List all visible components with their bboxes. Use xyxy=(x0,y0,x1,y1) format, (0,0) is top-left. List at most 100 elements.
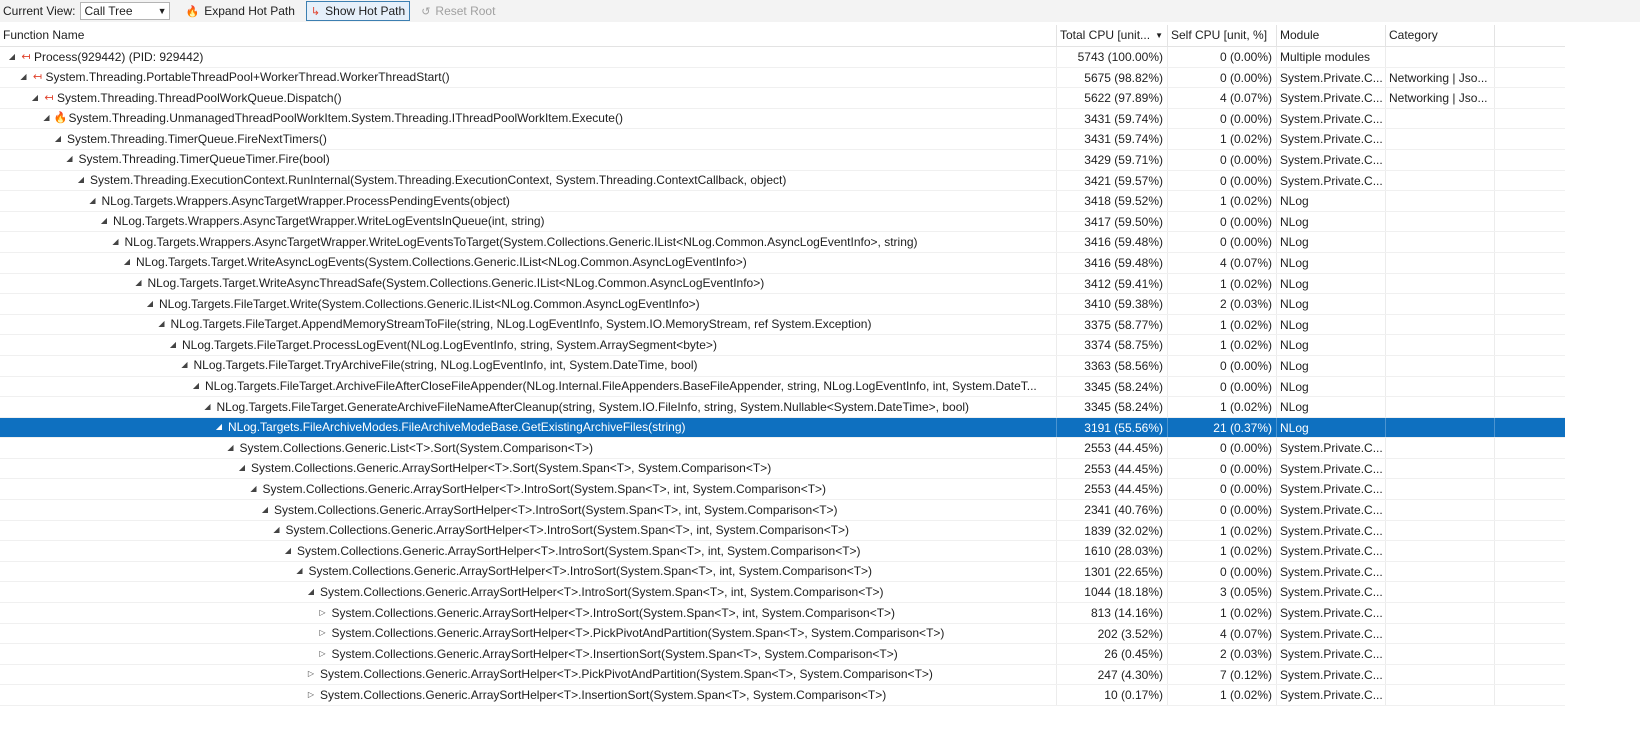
expand-toggle-icon[interactable]: ◢ xyxy=(18,68,30,88)
table-row[interactable]: ◢ System.Threading.ExecutionContext.RunIn… xyxy=(0,170,1565,192)
expand-toggle-icon[interactable]: ◢ xyxy=(64,150,76,170)
expand-toggle-icon[interactable]: ◢ xyxy=(202,397,214,417)
function-name: System.Threading.ThreadPoolWorkQueue.Dis… xyxy=(57,90,342,105)
table-row[interactable]: ▷ System.Collections.Generic.ArraySortHel… xyxy=(0,644,1565,665)
module-cell: System.Private.C... xyxy=(1277,170,1386,191)
expand-toggle-icon[interactable]: ◢ xyxy=(133,274,145,294)
table-row[interactable]: ◢ System.Collections.Generic.ArraySortHel… xyxy=(0,561,1565,583)
hot-path-icon: ↤ xyxy=(32,71,43,84)
table-row[interactable]: ◢ System.Collections.Generic.ArraySortHel… xyxy=(0,458,1565,480)
table-row[interactable]: ◢ NLog.Targets.FileTarget.ProcessLogEvent… xyxy=(0,335,1565,356)
table-row[interactable]: ◢ ↤ System.Threading.PortableThreadPool+Wo… xyxy=(0,67,1565,89)
expand-toggle-icon[interactable]: ◢ xyxy=(41,109,53,129)
table-row[interactable]: ▷ System.Collections.Generic.ArraySortHel… xyxy=(0,623,1565,645)
total-cpu-cell: 3374 (58.75%) xyxy=(1057,335,1168,355)
table-row[interactable]: ◢ NLog.Targets.FileTarget.ArchiveFileAfte… xyxy=(0,376,1565,398)
expand-toggle-icon[interactable]: ◢ xyxy=(271,521,283,541)
expand-toggle-icon[interactable]: ◢ xyxy=(213,418,225,438)
table-row[interactable]: ◢ System.Threading.TimerQueue.FireNextTim… xyxy=(0,129,1565,150)
category-cell xyxy=(1386,376,1495,397)
expand-toggle-icon[interactable]: ◢ xyxy=(236,459,248,479)
table-row[interactable]: ▷ System.Collections.Generic.ArraySortHel… xyxy=(0,603,1565,624)
table-row[interactable]: ◢ NLog.Targets.Wrappers.AsyncTargetWrappe… xyxy=(0,211,1565,233)
expand-toggle-icon[interactable]: ◢ xyxy=(225,438,237,458)
table-row[interactable]: ◢ System.Collections.Generic.ArraySortHel… xyxy=(0,479,1565,501)
expand-toggle-icon[interactable]: ◢ xyxy=(6,47,18,67)
column-header-self-cpu[interactable]: Self CPU [unit, %] xyxy=(1168,25,1277,46)
table-row[interactable]: ◢ 🔥 System.Threading.UnmanagedThreadPoolWo… xyxy=(0,108,1565,130)
module-cell: System.Private.C... xyxy=(1277,88,1386,108)
column-header-module[interactable]: Module xyxy=(1277,25,1386,46)
column-header-function-name[interactable]: Function Name xyxy=(0,25,1057,46)
expand-toggle-icon[interactable]: ◢ xyxy=(167,335,179,355)
expand-toggle-icon[interactable]: ◢ xyxy=(98,212,110,232)
function-name-cell: ◢ System.Threading.TimerQueue.FireNextTim… xyxy=(0,129,1057,149)
column-header-module-label: Module xyxy=(1280,28,1320,42)
table-row[interactable]: ◢ NLog.Targets.FileTarget.GenerateArchive… xyxy=(0,397,1565,418)
category-cell xyxy=(1386,170,1495,191)
category-cell xyxy=(1386,520,1495,541)
table-row[interactable]: ◢ System.Collections.Generic.ArraySortHel… xyxy=(0,582,1565,604)
module-cell: System.Private.C... xyxy=(1277,108,1386,129)
collapse-toggle-icon[interactable]: ▷ xyxy=(317,624,329,644)
expand-toggle-icon[interactable]: ◢ xyxy=(248,479,260,499)
self-cpu-cell: 1 (0.02%) xyxy=(1168,129,1277,149)
table-row[interactable]: ◢ NLog.Targets.FileTarget.Write(System.Co… xyxy=(0,294,1565,315)
hot-path-icon: ↤ xyxy=(21,50,31,63)
total-cpu-cell: 2553 (44.45%) xyxy=(1057,458,1168,479)
total-cpu-cell: 5743 (100.00%) xyxy=(1057,47,1168,67)
expand-toggle-icon[interactable]: ◢ xyxy=(29,88,41,108)
column-header-total-cpu[interactable]: Total CPU [unit... ▼ xyxy=(1057,25,1168,46)
column-header-category[interactable]: Category xyxy=(1386,25,1495,46)
self-cpu-cell: 1 (0.02%) xyxy=(1168,273,1277,294)
expand-toggle-icon[interactable]: ◢ xyxy=(294,562,306,582)
collapse-toggle-icon[interactable]: ▷ xyxy=(317,603,329,623)
table-row[interactable]: ◢ System.Collections.Generic.ArraySortHel… xyxy=(0,520,1565,542)
expand-toggle-icon[interactable]: ◢ xyxy=(259,500,271,520)
table-row[interactable]: ◢ ↤ System.Threading.ThreadPoolWorkQueue.D… xyxy=(0,88,1565,109)
expand-toggle-icon[interactable]: ◢ xyxy=(121,253,133,273)
table-row[interactable]: ◢ NLog.Targets.Wrappers.AsyncTargetWrappe… xyxy=(0,191,1565,212)
table-row[interactable]: ◢ NLog.Targets.FileTarget.TryArchiveFile(… xyxy=(0,355,1565,377)
category-cell xyxy=(1386,294,1495,314)
expand-toggle-icon[interactable]: ◢ xyxy=(156,315,168,335)
table-row[interactable]: ◢ NLog.Targets.Target.WriteAsyncLogEvents… xyxy=(0,252,1565,274)
collapse-toggle-icon[interactable]: ▷ xyxy=(305,685,317,705)
table-row[interactable]: ◢ NLog.Targets.FileTarget.AppendMemoryStr… xyxy=(0,314,1565,336)
expand-toggle-icon[interactable]: ◢ xyxy=(75,171,87,191)
table-row[interactable]: ◢ System.Collections.Generic.List<T>.Sort… xyxy=(0,438,1565,459)
table-row[interactable]: ▷ System.Collections.Generic.ArraySortHel… xyxy=(0,685,1565,706)
table-row[interactable]: ◢ System.Collections.Generic.ArraySortHel… xyxy=(0,541,1565,562)
expand-hot-path-button[interactable]: 🔥 Expand Hot Path xyxy=(180,1,299,21)
table-row[interactable]: ◢ ↤ Process(929442) (PID: 929442) 5743 (100… xyxy=(0,47,1565,68)
function-name: System.Threading.TimerQueue.FireNextTime… xyxy=(67,131,327,146)
table-row[interactable]: ◢ System.Collections.Generic.ArraySortHel… xyxy=(0,500,1565,521)
expand-toggle-icon[interactable]: ◢ xyxy=(87,191,99,211)
expand-toggle-icon[interactable]: ◢ xyxy=(179,356,191,376)
show-hot-path-button[interactable]: ↳ Show Hot Path xyxy=(305,1,411,21)
module-cell: System.Private.C... xyxy=(1277,582,1386,603)
expand-toggle-icon[interactable]: ◢ xyxy=(52,129,64,149)
collapse-toggle-icon[interactable]: ▷ xyxy=(317,644,329,664)
category-cell xyxy=(1386,108,1495,129)
expand-toggle-icon[interactable]: ◢ xyxy=(305,582,317,602)
function-name-cell: ◢ NLog.Targets.Target.WriteAsyncLogEvents… xyxy=(0,252,1057,273)
reset-root-button[interactable]: ↺ Reset Root xyxy=(416,1,500,21)
expand-toggle-icon[interactable]: ◢ xyxy=(190,377,202,397)
table-row-selected[interactable]: ◢ NLog.Targets.FileArchiveModes.FileArchi… xyxy=(0,417,1565,439)
table-row[interactable]: ◢ NLog.Targets.Target.WriteAsyncThreadSaf… xyxy=(0,273,1565,295)
category-cell xyxy=(1386,417,1495,438)
module-cell: NLog xyxy=(1277,232,1386,252)
expand-toggle-icon[interactable]: ◢ xyxy=(110,232,122,252)
self-cpu-cell: 1 (0.02%) xyxy=(1168,541,1277,561)
table-row[interactable]: ▷ System.Collections.Generic.ArraySortHel… xyxy=(0,664,1565,686)
collapse-toggle-icon[interactable]: ▷ xyxy=(305,665,317,685)
total-cpu-cell: 5675 (98.82%) xyxy=(1057,67,1168,88)
expand-toggle-icon[interactable]: ◢ xyxy=(282,541,294,561)
function-name: NLog.Targets.Target.WriteAsyncThreadSafe… xyxy=(147,276,765,291)
table-row[interactable]: ◢ NLog.Targets.Wrappers.AsyncTargetWrappe… xyxy=(0,232,1565,253)
current-view-select[interactable]: Call Tree ▼ xyxy=(80,2,171,20)
self-cpu-cell: 1 (0.02%) xyxy=(1168,335,1277,355)
table-row[interactable]: ◢ System.Threading.TimerQueueTimer.Fire(b… xyxy=(0,149,1565,171)
expand-toggle-icon[interactable]: ◢ xyxy=(144,294,156,314)
